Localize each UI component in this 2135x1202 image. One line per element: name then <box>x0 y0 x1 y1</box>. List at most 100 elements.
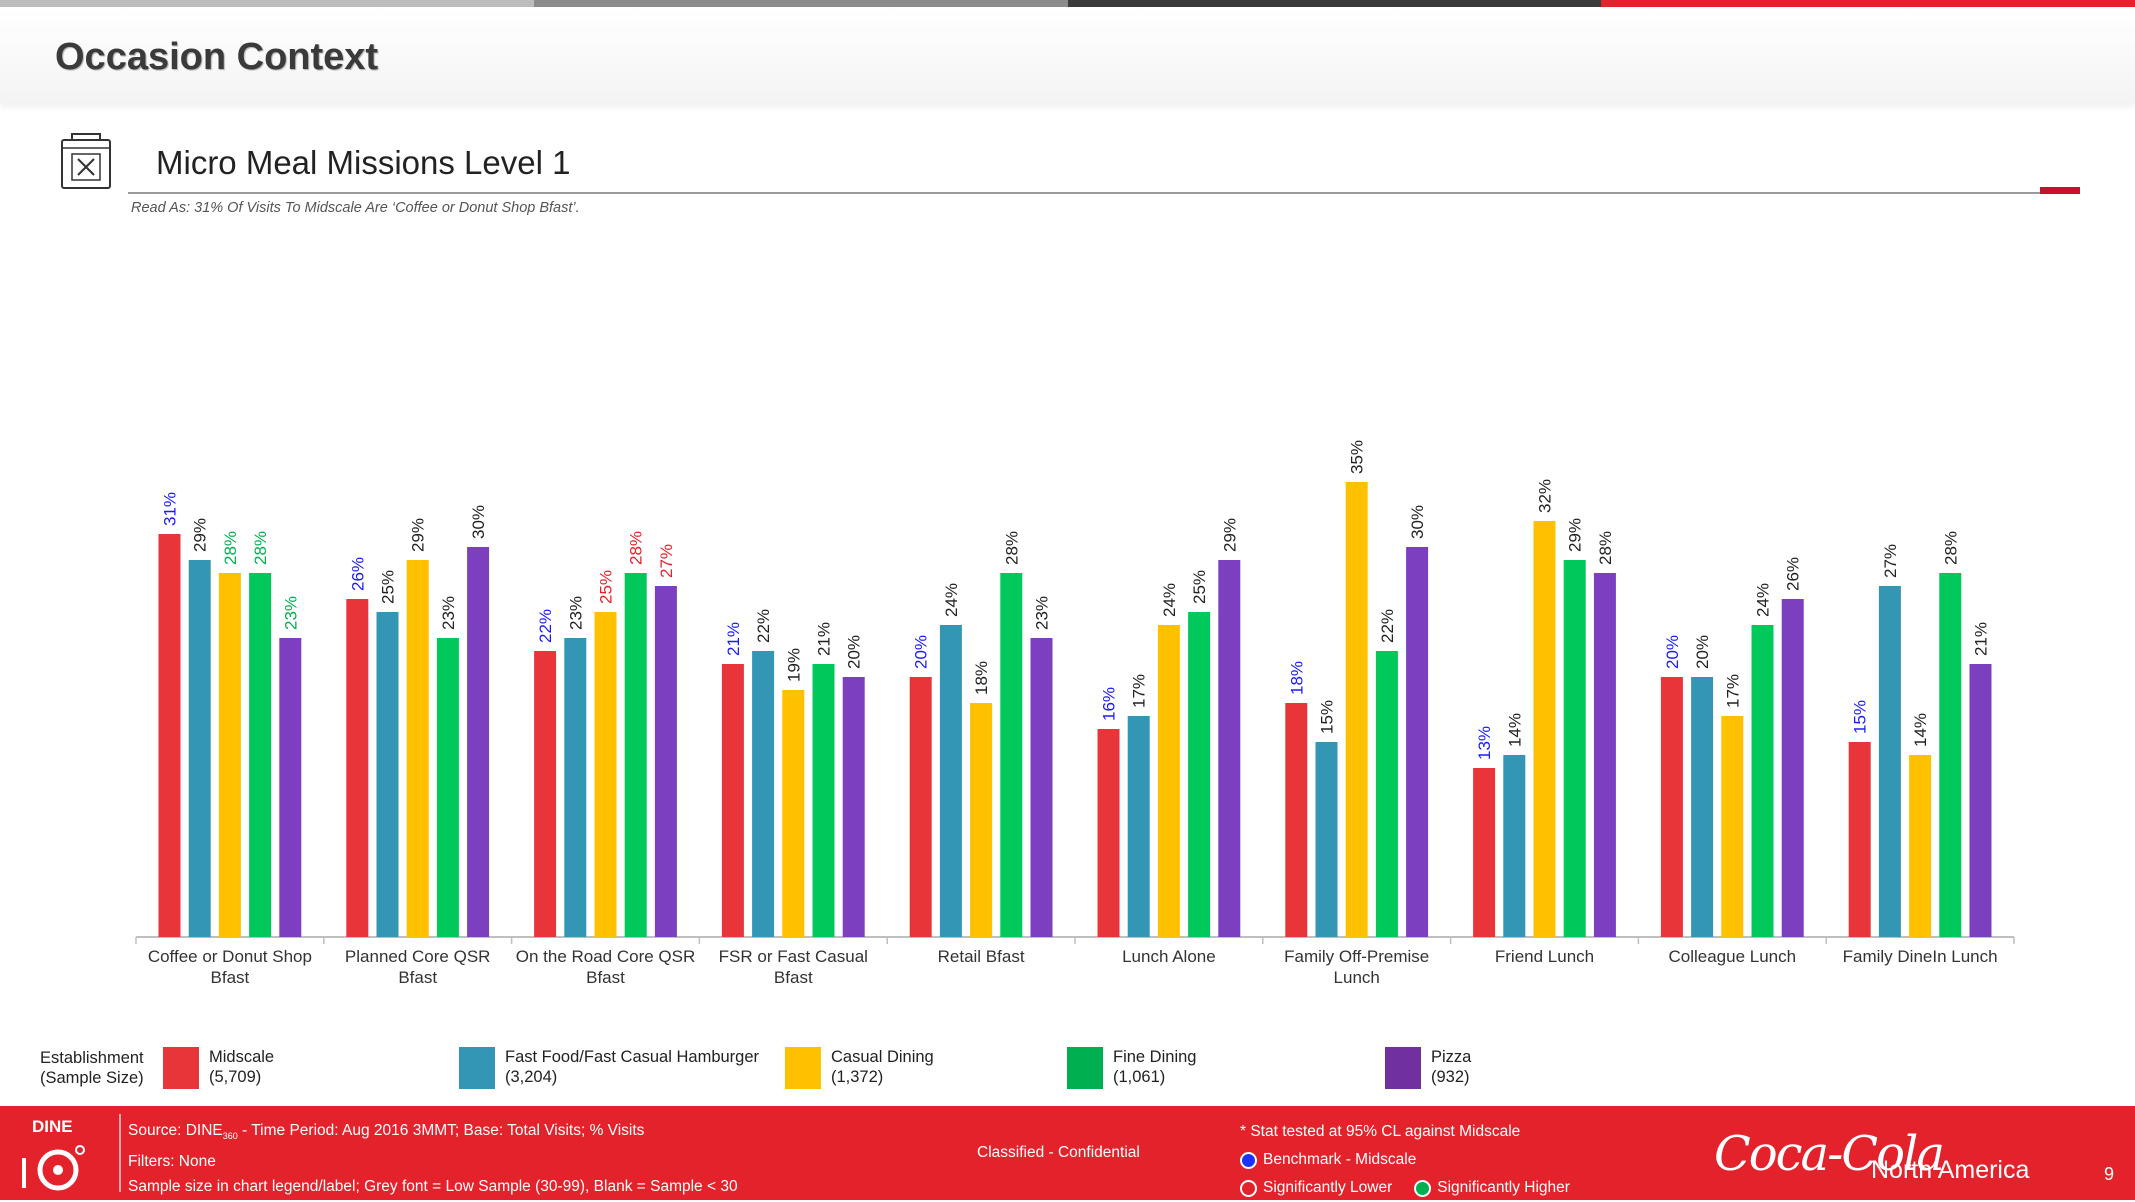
stat-title: * Stat tested at 95% CL against Midscale <box>1240 1123 1521 1140</box>
data-label: 25% <box>597 570 616 604</box>
x-tick-label: Lunch Alone <box>1122 947 1216 966</box>
x-tick-label: Colleague Lunch <box>1668 947 1796 966</box>
bar <box>1533 521 1556 937</box>
sample-note: Sample size in chart legend/label; Grey … <box>128 1178 738 1196</box>
data-label: 28% <box>627 531 646 565</box>
bar <box>158 534 181 937</box>
bar <box>1909 755 1932 937</box>
data-label: 30% <box>469 505 488 539</box>
blue-circle-icon <box>1240 1151 1257 1169</box>
data-label: 30% <box>1408 505 1427 539</box>
data-label: 14% <box>1911 713 1930 747</box>
bar <box>1721 716 1744 937</box>
data-label: 24% <box>942 583 961 617</box>
data-label: 20% <box>1663 635 1682 669</box>
data-label: 24% <box>1754 583 1773 617</box>
x-tick-label: Lunch <box>1334 968 1380 987</box>
bar <box>188 560 211 937</box>
data-label: 28% <box>1596 531 1615 565</box>
filters-line: Filters: None <box>128 1153 216 1171</box>
bar <box>1218 560 1241 937</box>
x-tick-label: Coffee or Donut Shop <box>148 947 312 966</box>
bar <box>842 677 865 937</box>
x-tick-label: Family DineIn Lunch <box>1843 947 1998 966</box>
dine-360-logo: DINE <box>22 1117 85 1191</box>
bar <box>594 612 617 937</box>
legend-swatch <box>163 1047 199 1089</box>
hollow-circle-icon <box>1240 1179 1257 1197</box>
data-label: 21% <box>724 622 743 656</box>
legend-sample-size: (3,204) <box>505 1068 558 1086</box>
bar <box>1878 586 1901 937</box>
bar <box>1939 573 1962 937</box>
data-label: 16% <box>1100 687 1119 721</box>
bar <box>346 599 369 937</box>
bar <box>1473 768 1496 937</box>
brand-region: North America <box>1871 1156 2030 1184</box>
data-label: 23% <box>281 596 300 630</box>
legend-item-casual-dining: Casual Dining (1,372) <box>785 1047 934 1089</box>
bar <box>1315 742 1338 937</box>
data-label: 27% <box>657 544 676 578</box>
data-label: 20% <box>845 635 864 669</box>
bar <box>1127 716 1150 937</box>
legend-label: Pizza <box>1431 1048 1472 1066</box>
x-tick-label: Bfast <box>398 968 437 987</box>
data-label: 15% <box>1318 700 1337 734</box>
bar-chart: Coffee or Donut Shop Bfast 31% 29% 28% 28% 23%… <box>135 440 2015 987</box>
bar <box>909 677 932 937</box>
bar <box>279 638 302 937</box>
bar <box>1157 625 1180 937</box>
bar <box>1406 547 1429 937</box>
sig-lower-item: Significantly Lower <box>1240 1174 1392 1202</box>
bar <box>1030 638 1053 937</box>
legend-item-pizza: Pizza (932) <box>1385 1047 1471 1089</box>
bar <box>1375 651 1398 937</box>
legend-title: Establishment (Sample Size) <box>40 1048 144 1088</box>
bar <box>1781 599 1804 937</box>
data-label: 29% <box>409 518 428 552</box>
data-label: 20% <box>1693 635 1712 669</box>
x-tick-label: Family Off-Premise <box>1284 947 1429 966</box>
bar <box>812 664 835 937</box>
data-label: 25% <box>1190 570 1209 604</box>
page-number: 9 <box>2104 1164 2115 1184</box>
data-label: 28% <box>1941 531 1960 565</box>
data-label: 35% <box>1348 440 1367 474</box>
legend-label: Midscale <box>209 1048 275 1066</box>
bar <box>249 573 272 937</box>
bar <box>1660 677 1683 937</box>
data-label: 31% <box>161 492 180 526</box>
x-tick-label: Retail Bfast <box>938 947 1025 966</box>
legend-label: Fine Dining <box>1113 1048 1197 1066</box>
data-label: 23% <box>439 596 458 630</box>
x-tick-label: Bfast <box>586 968 625 987</box>
bar <box>721 664 744 937</box>
data-label: 23% <box>1033 596 1052 630</box>
legend-swatch <box>1067 1047 1103 1089</box>
data-label: 29% <box>1566 518 1585 552</box>
footer-source-block: Source: DINE360 - Time Period: Aug 2016 … <box>128 1118 738 1199</box>
bar <box>939 625 962 937</box>
significance-row: Significantly Lower Significantly Higher <box>1240 1174 1570 1202</box>
legend-label: Casual Dining <box>831 1048 934 1066</box>
bar <box>534 651 557 937</box>
legend-sample-size: (1,372) <box>831 1068 884 1086</box>
data-label: 26% <box>1784 557 1803 591</box>
data-label: 18% <box>1287 661 1306 695</box>
legend-swatch <box>785 1047 821 1089</box>
legend-swatch <box>1385 1047 1421 1089</box>
legend-title-line: (Sample Size) <box>40 1069 144 1087</box>
sig-higher-item: Significantly Higher <box>1414 1174 1570 1202</box>
bar <box>1593 573 1616 937</box>
x-tick-label: Friend Lunch <box>1495 947 1594 966</box>
bar <box>1848 742 1871 937</box>
legend-label: Fast Food/Fast Casual Hamburger <box>505 1048 760 1066</box>
data-label: 22% <box>1378 609 1397 643</box>
legend-swatch <box>459 1047 495 1089</box>
classification-label: Classified - Confidential <box>977 1144 1140 1161</box>
data-label: 17% <box>1130 674 1149 708</box>
data-label: 27% <box>1881 544 1900 578</box>
bar <box>654 586 677 937</box>
data-label: 28% <box>221 531 240 565</box>
